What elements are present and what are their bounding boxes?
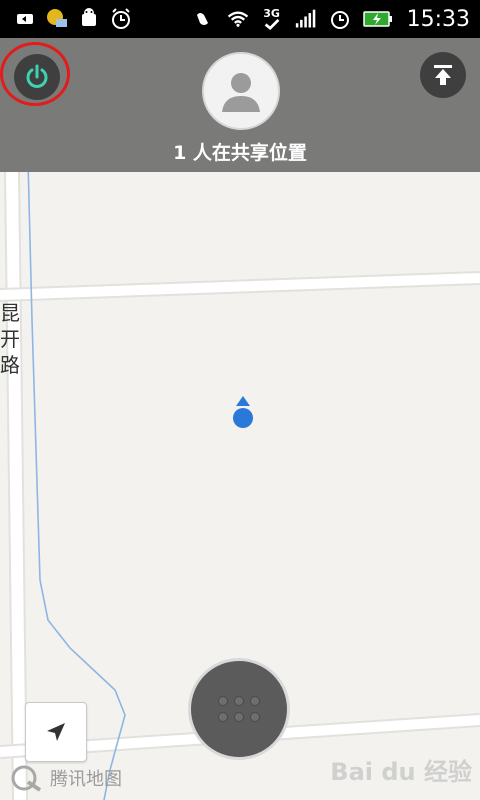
alarm-icon — [110, 8, 132, 30]
brand-name: 腾讯地图 — [50, 769, 122, 790]
navigation-arrow-icon — [45, 721, 67, 743]
alarm-clock-icon — [329, 8, 351, 30]
heading-arrow — [236, 396, 250, 406]
3g-icon: 3G — [261, 8, 283, 30]
sharing-count-label: 1 人在共享位置 — [173, 142, 307, 164]
battery-charging-icon — [362, 8, 393, 30]
current-location-marker — [233, 408, 253, 428]
road-name-label: 昆开路 — [0, 301, 20, 377]
upload-button[interactable] — [420, 52, 466, 98]
menu-button[interactable] — [188, 658, 290, 760]
android-debug-icon — [78, 8, 100, 30]
signal-cut-icon — [193, 8, 215, 30]
tencent-maps-logo: 腾讯地图 — [10, 764, 122, 792]
wifi-icon — [227, 8, 249, 30]
avatar[interactable] — [202, 52, 280, 130]
baidu-watermark: Bai du 经验 — [330, 758, 472, 786]
usb-icon — [14, 8, 36, 30]
status-bar-right-icons: 3G 15:33 — [193, 0, 470, 38]
tencent-logo-icon — [10, 764, 44, 792]
grid-dots-icon — [218, 696, 260, 722]
power-icon — [24, 64, 50, 90]
clock-time: 15:33 — [406, 6, 470, 32]
status-bar: 3G 15:33 — [0, 0, 480, 38]
user-silhouette-icon — [216, 66, 266, 116]
status-bar-left-icons — [14, 0, 132, 38]
share-header: 1 人在共享位置 — [0, 38, 480, 172]
power-button[interactable] — [14, 54, 60, 100]
cellular-signal-icon — [295, 8, 317, 30]
locate-me-button[interactable] — [25, 702, 87, 762]
notification-app-icon — [46, 8, 68, 30]
upload-icon — [431, 63, 455, 87]
